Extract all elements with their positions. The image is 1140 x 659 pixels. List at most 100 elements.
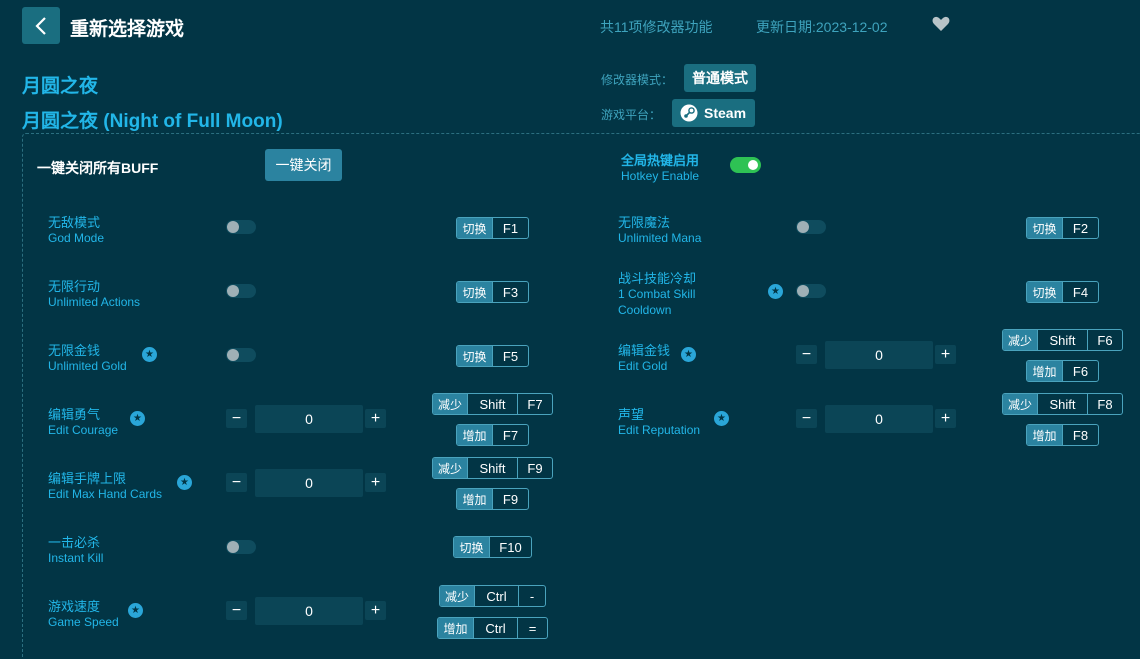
edit-reputation-input[interactable]: 0 <box>825 405 933 433</box>
instant-kill-label-en: Instant Kill <box>48 551 104 565</box>
edit-courage-label: 编辑勇气 <box>48 407 101 422</box>
hotkey-key: F8 <box>1062 425 1098 445</box>
game-title-full: 月圆之夜 (Night of Full Moon) <box>22 111 283 132</box>
hotkey-action: 切换 <box>457 346 492 366</box>
hotkey-key: F7 <box>517 394 552 414</box>
game-speed-label-en: Game Speed <box>48 615 119 629</box>
game-speed-label: 游戏速度 <box>48 599 101 614</box>
hotkey-action: 减少 <box>433 394 467 414</box>
hotkey-enable-label-en: Hotkey Enable <box>621 169 700 183</box>
platform-label: 游戏平台： <box>601 108 662 122</box>
hotkey-action: 减少 <box>440 586 474 606</box>
edit-courage-dec-hotkey[interactable]: 减少 Shift F7 <box>432 393 553 415</box>
edit-gold-increment[interactable]: + <box>935 345 956 364</box>
hotkey-action: 增加 <box>1027 361 1062 381</box>
edit-hand-inc-hotkey[interactable]: 增加 F9 <box>456 488 529 510</box>
unlimited-gold-hotkey[interactable]: 切换 F5 <box>456 345 529 367</box>
game-speed-input[interactable]: 0 <box>255 597 363 625</box>
edit-reputation-label-en: Edit Reputation <box>618 423 701 437</box>
edit-hand-increment[interactable]: + <box>365 473 386 492</box>
hotkey-action: 切换 <box>1027 282 1062 302</box>
unlimited-actions-hotkey[interactable]: 切换 F3 <box>456 281 529 303</box>
hotkey-key: F5 <box>492 346 528 366</box>
god-mode-label: 无敌模式 <box>48 215 101 230</box>
edit-hand-dec-hotkey[interactable]: 减少 Shift F9 <box>432 457 553 479</box>
unlimited-gold-toggle[interactable] <box>226 348 256 362</box>
edit-gold-dec-hotkey[interactable]: 减少 Shift F6 <box>1002 329 1123 351</box>
edit-hand-input[interactable]: 0 <box>255 469 363 497</box>
edit-hand-decrement[interactable]: − <box>226 473 247 492</box>
hotkey-enable-label: 全局热键启用 <box>621 153 700 168</box>
star-icon: ★ <box>128 603 143 618</box>
page-title: 重新选择游戏 <box>70 19 185 40</box>
unlimited-mana-label-en: Unlimited Mana <box>618 231 702 245</box>
mode-label: 修改器模式： <box>601 73 674 87</box>
game-speed-inc-hotkey[interactable]: 增加 Ctrl = <box>437 617 548 639</box>
unlimited-actions-toggle[interactable] <box>226 284 256 298</box>
hotkey-key: F9 <box>517 458 552 478</box>
hotkey-action: 减少 <box>1003 330 1037 350</box>
hotkey-action: 切换 <box>1027 218 1062 238</box>
edit-reputation-label: 声望 <box>618 407 645 422</box>
hotkey-key: F6 <box>1062 361 1098 381</box>
instant-kill-label: 一击必杀 <box>48 535 101 550</box>
hotkey-modifier: Ctrl <box>474 586 518 606</box>
hotkey-key: F6 <box>1087 330 1122 350</box>
game-speed-increment[interactable]: + <box>365 601 386 620</box>
star-icon: ★ <box>130 411 145 426</box>
close-all-buff-button[interactable]: 一键关闭 <box>265 149 342 181</box>
hotkey-action: 减少 <box>433 458 467 478</box>
star-icon: ★ <box>768 284 783 299</box>
mode-badge[interactable]: 普通模式 <box>684 64 756 92</box>
hotkey-key: = <box>517 618 547 638</box>
star-icon: ★ <box>142 347 157 362</box>
edit-gold-input[interactable]: 0 <box>825 341 933 369</box>
god-mode-label-en: God Mode <box>48 231 105 245</box>
combat-cd-label: 战斗技能冷却 <box>618 271 697 286</box>
unlimited-gold-label-en: Unlimited Gold <box>48 359 127 373</box>
star-icon: ★ <box>681 347 696 362</box>
hotkey-modifier: Shift <box>1037 330 1087 350</box>
hotkey-action: 减少 <box>1003 394 1037 414</box>
star-icon: ★ <box>714 411 729 426</box>
hotkey-action: 增加 <box>438 618 473 638</box>
platform-name: Steam <box>704 105 747 121</box>
unlimited-mana-hotkey[interactable]: 切换 F2 <box>1026 217 1099 239</box>
edit-gold-decrement[interactable]: − <box>796 345 817 364</box>
chevron-left-icon <box>35 16 46 35</box>
god-mode-hotkey[interactable]: 切换 F1 <box>456 217 529 239</box>
edit-hand-label: 编辑手牌上限 <box>48 471 127 486</box>
hotkey-action: 增加 <box>457 425 492 445</box>
edit-gold-label: 编辑金钱 <box>618 343 671 358</box>
edit-gold-inc-hotkey[interactable]: 增加 F6 <box>1026 360 1099 382</box>
favorite-heart-icon[interactable] <box>931 14 951 34</box>
edit-reputation-inc-hotkey[interactable]: 增加 F8 <box>1026 424 1099 446</box>
instant-kill-toggle[interactable] <box>226 540 256 554</box>
feature-count: 共11项修改器功能 <box>600 19 713 35</box>
hotkey-modifier: Shift <box>467 394 517 414</box>
edit-courage-input[interactable]: 0 <box>255 405 363 433</box>
game-speed-decrement[interactable]: − <box>226 601 247 620</box>
combat-cd-toggle[interactable] <box>796 284 826 298</box>
platform-badge[interactable]: Steam <box>672 99 756 127</box>
hotkey-key: F4 <box>1062 282 1098 302</box>
hotkey-action: 切换 <box>457 218 492 238</box>
edit-courage-decrement[interactable]: − <box>226 409 247 428</box>
combat-cd-hotkey[interactable]: 切换 F4 <box>1026 281 1099 303</box>
hotkey-key: F7 <box>492 425 528 445</box>
cheat-panel <box>22 133 1140 659</box>
back-button[interactable] <box>22 7 60 44</box>
unlimited-mana-toggle[interactable] <box>796 220 826 234</box>
edit-reputation-dec-hotkey[interactable]: 减少 Shift F8 <box>1002 393 1123 415</box>
edit-courage-increment[interactable]: + <box>365 409 386 428</box>
edit-reputation-increment[interactable]: + <box>935 409 956 428</box>
hotkey-key: F3 <box>492 282 528 302</box>
god-mode-toggle[interactable] <box>226 220 256 234</box>
game-speed-dec-hotkey[interactable]: 减少 Ctrl - <box>439 585 546 607</box>
hotkey-modifier: Shift <box>467 458 517 478</box>
combat-cd-label-en-2: Cooldown <box>618 303 672 317</box>
edit-reputation-decrement[interactable]: − <box>796 409 817 428</box>
instant-kill-hotkey[interactable]: 切换 F10 <box>453 536 532 558</box>
edit-courage-inc-hotkey[interactable]: 增加 F7 <box>456 424 529 446</box>
hotkey-enable-switch[interactable] <box>730 157 761 173</box>
